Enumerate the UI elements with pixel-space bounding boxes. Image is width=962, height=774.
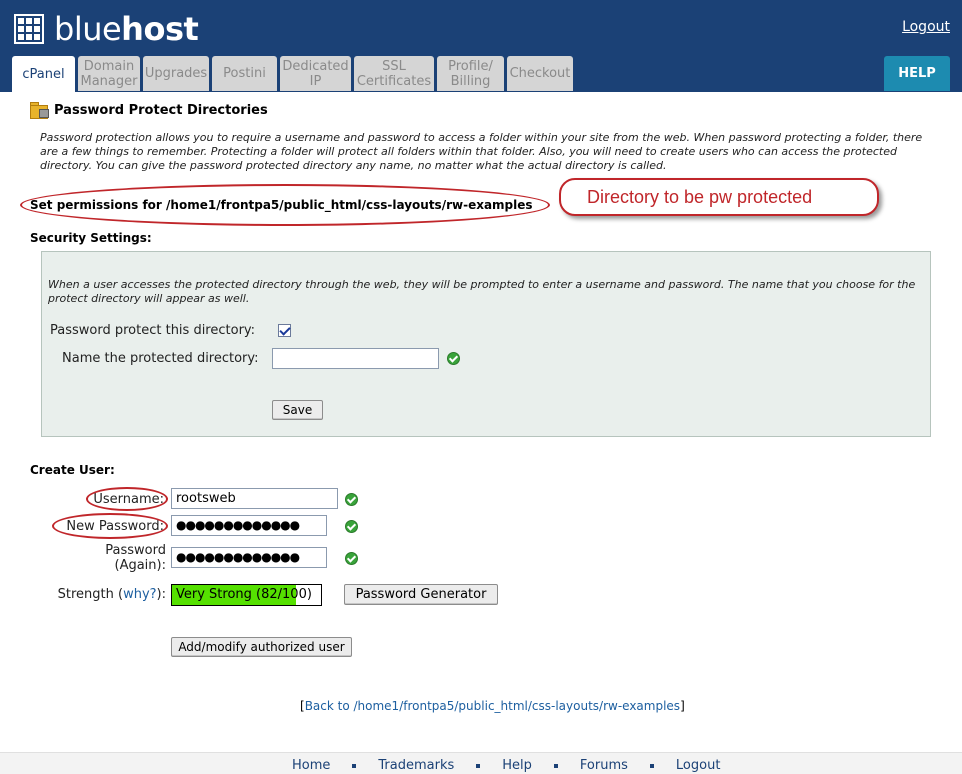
page-title: Password Protect Directories <box>54 102 268 118</box>
annotation-oval-username <box>86 487 168 511</box>
logo-text: bluehost <box>54 10 199 48</box>
password-strength-meter: Very Strong (82/100) <box>171 584 322 606</box>
tab-upgrades[interactable]: Upgrades <box>143 56 209 91</box>
back-link-wrapper: [Back to /home1/frontpa5/public_html/css… <box>300 699 685 713</box>
username-input[interactable]: rootsweb <box>171 488 338 509</box>
bluehost-logo[interactable]: bluehost <box>14 10 199 48</box>
protect-directory-label: Password protect this directory: <box>50 323 256 338</box>
valid-check-icon <box>447 352 460 365</box>
new-password-input[interactable]: ●●●●●●●●●●●●● <box>171 515 327 536</box>
footer-separator <box>553 763 558 768</box>
intro-text: Password protection allows you to requir… <box>40 131 923 172</box>
strength-label: Strength (why?): <box>57 587 166 602</box>
logo-grid-icon <box>14 14 44 44</box>
strength-value: Very Strong (82/100) <box>176 587 312 602</box>
directory-name-input[interactable] <box>272 348 439 369</box>
main-tabs: cPanel Domain Manager Upgrades Postini De… <box>12 56 573 92</box>
password-again-valid-icon <box>345 552 358 565</box>
tab-domain-manager[interactable]: Domain Manager <box>78 56 140 91</box>
protect-directory-checkbox[interactable] <box>278 324 291 337</box>
tab-profile-billing[interactable]: Profile/Billing <box>437 56 504 91</box>
logout-link-top[interactable]: Logout <box>902 19 950 35</box>
main-content: Password Protect Directories Password pr… <box>0 92 962 774</box>
password-again-label: Password (Again): <box>105 543 166 573</box>
back-link[interactable]: Back to /home1/frontpa5/public_html/css-… <box>305 699 680 713</box>
locked-folder-icon <box>30 102 49 119</box>
tab-ssl-certificates[interactable]: SSL Certificates <box>354 56 434 91</box>
add-user-button[interactable]: Add/modify authorized user <box>171 637 352 657</box>
footer-links: Home Trademarks Help Forums Logout <box>292 758 720 773</box>
password-again-input[interactable]: ●●●●●●●●●●●●● <box>171 547 327 568</box>
tab-checkout[interactable]: Checkout <box>507 56 573 91</box>
help-button[interactable]: HELP <box>884 56 950 91</box>
footer-logout-link[interactable]: Logout <box>676 758 721 773</box>
footer-separator <box>649 763 654 768</box>
new-password-valid-icon <box>345 520 358 533</box>
footer-separator <box>476 763 481 768</box>
footer-home-link[interactable]: Home <box>292 758 330 773</box>
why-link[interactable]: why? <box>123 587 156 602</box>
directory-name-label: Name the protected directory: <box>62 351 259 366</box>
security-description: When a user accesses the protected direc… <box>48 278 916 305</box>
footer-separator <box>352 763 357 768</box>
annotation-oval-permissions <box>20 184 550 226</box>
footer-forums-link[interactable]: Forums <box>580 758 628 773</box>
footer-trademarks-link[interactable]: Trademarks <box>378 758 454 773</box>
username-valid-icon <box>345 493 358 506</box>
tab-cpanel[interactable]: cPanel <box>12 56 75 92</box>
tab-postini[interactable]: Postini <box>212 56 277 91</box>
top-bar: bluehost Logout cPanel Domain Manager Upg… <box>0 0 962 92</box>
save-button[interactable]: Save <box>272 400 323 420</box>
annotation-callout: Directory to be pw protected <box>559 178 879 216</box>
page-header: Password Protect Directories <box>30 102 268 119</box>
footer-help-link[interactable]: Help <box>502 758 532 773</box>
security-settings-heading: Security Settings: <box>30 231 152 245</box>
annotation-oval-new-password <box>52 513 168 539</box>
create-user-heading: Create User: <box>30 463 115 477</box>
tab-dedicated-ip[interactable]: Dedicated IP <box>280 56 351 91</box>
security-settings-panel: When a user accesses the protected direc… <box>41 251 931 437</box>
password-generator-button[interactable]: Password Generator <box>344 584 498 605</box>
